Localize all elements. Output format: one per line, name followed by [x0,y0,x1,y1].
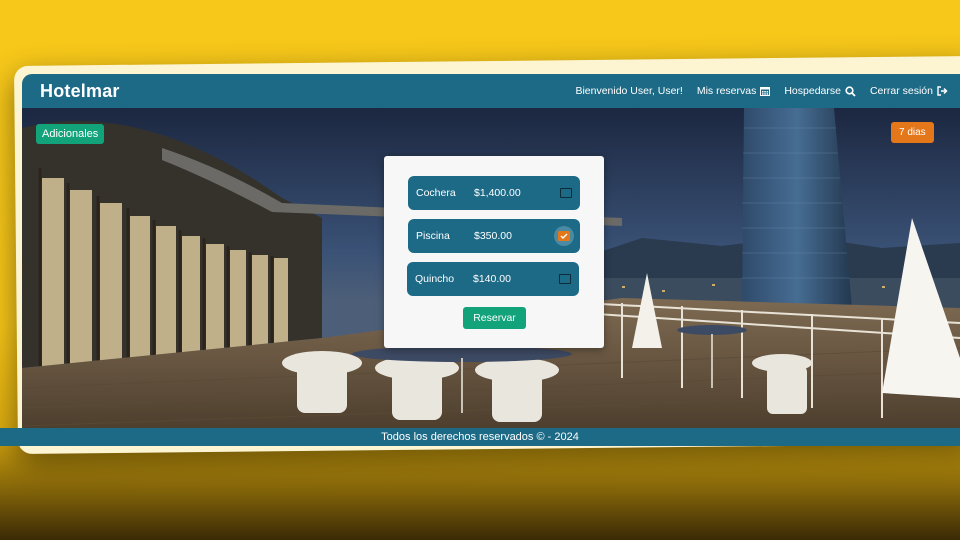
adicionales-badge: Adicionales [36,124,105,144]
checkmark-icon [560,233,568,239]
footer-copyright: Todos los derechos reservados © - 2024 [381,431,579,443]
brand-logo[interactable]: Hotelmar [40,81,120,102]
footer: Todos los derechos reservados © - 2024 [0,428,960,446]
extra-price: $140.00 [473,273,511,285]
nav-link-cerrar-sesion[interactable]: Cerrar sesión [870,85,948,97]
nav-link-label: Cerrar sesión [869,85,933,97]
nav-links: Bienvenido User, User! Mis reservas Hosp… [575,85,948,97]
extra-row-piscina[interactable]: Piscina $350.00 [408,219,580,253]
extra-checkbox-cochera[interactable] [560,188,572,198]
nav-link-hospedarse[interactable]: Hospedarse [784,85,856,97]
extra-name: Quincho [415,273,455,285]
search-icon [845,85,856,97]
welcome-text: Bienvenido User, User! [575,85,683,97]
extra-row-quincho[interactable]: Quincho $140.00 [407,262,579,296]
nav-link-mis-reservas[interactable]: Mis reservas [697,85,771,97]
extra-checkbox-piscina[interactable] [558,231,570,241]
extra-row-cochera[interactable]: Cochera $1,400.00 [408,176,580,210]
extra-checkbox-quincho[interactable] [559,274,571,284]
navbar: Hotelmar Bienvenido User, User! Mis rese… [22,74,960,108]
stay-duration-badge: 7 dias [891,122,934,143]
extras-card: Cochera $1,400.00 Piscina $350.00 Quinch… [384,156,604,348]
extra-price: $1,400.00 [474,187,521,199]
logout-icon [937,86,948,96]
checkbox-focus-ring [554,226,574,246]
nav-link-label: Hospedarse [784,85,841,97]
extra-price: $350.00 [474,230,512,242]
extra-name: Piscina [416,230,450,242]
nav-link-label: Mis reservas [696,85,757,97]
extra-name: Cochera [416,187,456,199]
reservar-button[interactable]: Reservar [463,307,526,329]
calendar-icon [760,87,771,96]
